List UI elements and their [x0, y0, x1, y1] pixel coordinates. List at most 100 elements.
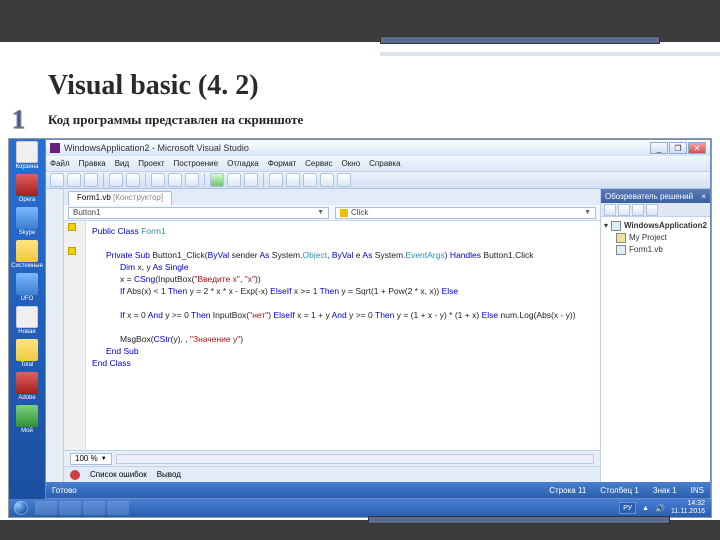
toolbar-button[interactable] [227, 173, 241, 187]
panel-button[interactable] [632, 204, 644, 216]
menu-item[interactable]: Правка [79, 159, 106, 168]
tab-errorlist[interactable]: Список ошибок [90, 470, 147, 479]
menu-item[interactable]: Файл [50, 159, 70, 168]
toolbar-button[interactable] [303, 173, 317, 187]
form-icon [616, 245, 626, 255]
clock[interactable]: 14:32 11.11.2016 [671, 500, 705, 516]
panel-title[interactable]: Обозреватель решений× [601, 189, 710, 203]
folder-icon [616, 233, 626, 243]
taskbar-item[interactable] [83, 501, 105, 515]
status-ready: Готово [52, 486, 77, 495]
desktop-icon[interactable]: Корзина [13, 141, 41, 170]
taskbar-item[interactable] [59, 501, 81, 515]
toolbar-button[interactable] [269, 173, 283, 187]
chevron-down-icon: ▼ [317, 209, 324, 216]
panel-toolbar [601, 203, 710, 217]
app-icon [16, 273, 38, 295]
close-icon[interactable]: × [701, 192, 706, 201]
status-char: Знак 1 [653, 486, 677, 495]
desktop-icon[interactable]: Opera [13, 174, 41, 203]
chevron-down-icon: ▼ [584, 209, 591, 216]
close-button[interactable]: ✕ [688, 142, 706, 154]
menu-item[interactable]: Построение [174, 159, 219, 168]
panel-button[interactable] [604, 204, 616, 216]
method-selector[interactable]: Click▼ [335, 207, 596, 219]
error-icon [70, 470, 80, 480]
collapse-marker-icon[interactable] [68, 247, 76, 255]
menu-item[interactable]: Окно [342, 159, 361, 168]
toolbar-button[interactable] [168, 173, 182, 187]
desktop-icon[interactable]: Новая [13, 306, 41, 335]
toolbar-button[interactable] [109, 173, 123, 187]
run-button[interactable] [210, 173, 224, 187]
desktop-icon[interactable]: Adobe [13, 372, 41, 401]
class-selector[interactable]: Button1▼ [68, 207, 329, 219]
solution-tree[interactable]: ▾WindowsApplication2 My Project Form1.vb [601, 217, 710, 482]
windows-taskbar: РУ ▲ 🔊 14:32 11.11.2016 [9, 499, 711, 517]
toolbar [46, 171, 710, 189]
language-indicator[interactable]: РУ [619, 502, 636, 514]
status-bar: Готово Строка 11 Столбец 1 Знак 1 INS [46, 482, 710, 498]
network-icon[interactable]: 🔊 [655, 504, 665, 513]
menu-bar: Файл Правка Вид Проект Построение Отладк… [46, 156, 710, 171]
menu-item[interactable]: Вид [115, 159, 129, 168]
toolbar-button[interactable] [67, 173, 81, 187]
menu-item[interactable]: Формат [268, 159, 296, 168]
chevron-down-icon: ▼ [101, 456, 107, 462]
slide-header-bars [0, 0, 720, 42]
desktop-icon[interactable]: Мой [13, 405, 41, 434]
toolbar-button[interactable] [286, 173, 300, 187]
horizontal-scrollbar[interactable] [116, 454, 594, 464]
folder-icon [16, 240, 38, 262]
expand-icon[interactable]: ▾ [604, 220, 608, 232]
desktop-icon[interactable]: Total [13, 339, 41, 368]
editor-footer: 100 % ▼ [64, 450, 600, 466]
start-button[interactable] [9, 499, 33, 517]
panel-button[interactable] [646, 204, 658, 216]
slide-number: 1 [12, 105, 25, 135]
desktop-icons-column: Корзина Opera Skype Системные UFO Новая … [9, 139, 45, 499]
toolbar-button[interactable] [337, 173, 351, 187]
toolbox-collapsed[interactable] [46, 189, 64, 482]
toolbar-button[interactable] [84, 173, 98, 187]
menu-item[interactable]: Сервис [305, 159, 332, 168]
collapse-marker-icon[interactable] [68, 223, 76, 231]
computer-icon [16, 405, 38, 427]
toolbar-button[interactable] [151, 173, 165, 187]
panel-button[interactable] [618, 204, 630, 216]
zoom-selector[interactable]: 100 % ▼ [70, 453, 112, 465]
minimize-button[interactable]: _ [650, 142, 668, 154]
vb-project-icon [611, 221, 621, 231]
maximize-button[interactable]: ❐ [669, 142, 687, 154]
toolbar-button[interactable] [185, 173, 199, 187]
tree-node-root[interactable]: ▾WindowsApplication2 [604, 220, 707, 232]
window-titlebar[interactable]: WindowsApplication2 - Microsoft Visual S… [46, 140, 710, 156]
bottom-panel-tabs: Список ошибок Вывод [64, 466, 600, 482]
slide-subtitle: Код программы представлен на скриншоте [48, 112, 303, 128]
toolbar-button[interactable] [320, 173, 334, 187]
desktop-icon[interactable]: Skype [13, 207, 41, 236]
menu-item[interactable]: Справка [369, 159, 400, 168]
toolbar-button[interactable] [126, 173, 140, 187]
solution-explorer-panel: Обозреватель решений× ▾WindowsApplicatio… [600, 189, 710, 482]
desktop-icon[interactable]: Системные [13, 240, 41, 269]
tab-form1[interactable]: Form1.vb [Конструктор] [68, 191, 172, 205]
opera-icon [16, 174, 38, 196]
window-title: WindowsApplication2 - Microsoft Visual S… [64, 143, 249, 153]
taskbar-item[interactable] [107, 501, 129, 515]
taskbar-item[interactable] [35, 501, 57, 515]
tree-node[interactable]: Form1.vb [604, 244, 707, 256]
folder-icon [16, 306, 38, 328]
tray-icon[interactable]: ▲ [642, 505, 649, 512]
code-editor[interactable]: Public Class Form1 Private Sub Button1_C… [64, 221, 600, 450]
menu-item[interactable]: Проект [138, 159, 164, 168]
toolbar-button[interactable] [244, 173, 258, 187]
tree-node[interactable]: My Project [604, 232, 707, 244]
desktop-icon[interactable]: UFO [13, 273, 41, 302]
menu-item[interactable]: Отладка [227, 159, 259, 168]
tab-output[interactable]: Вывод [157, 470, 181, 479]
slide-footer-bar [0, 520, 720, 540]
screenshot-container: Корзина Opera Skype Системные UFO Новая … [8, 138, 712, 518]
toolbar-button[interactable] [50, 173, 64, 187]
visual-studio-window: WindowsApplication2 - Microsoft Visual S… [45, 139, 711, 499]
